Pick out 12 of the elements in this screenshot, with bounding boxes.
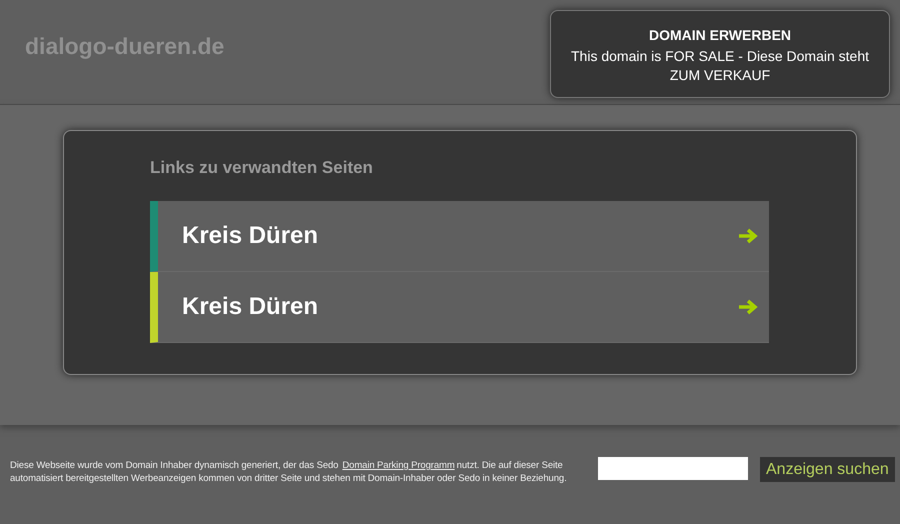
related-link[interactable]: Kreis Düren <box>150 201 769 272</box>
related-link[interactable]: Kreis Düren <box>150 272 769 343</box>
disclaimer-text: Diese Webseite wurde vom Domain Inhaber dynamisch generiert, der das Sedo Domain Parking Programm nutzt. Die auf dieser Seite automatisiert bereitgestellten Werbeanzeigen kommen von dritter Seite und stehen mit Domain-Inhaber oder Sedo in keiner Beziehung. <box>10 459 568 485</box>
arrow-right-icon <box>737 298 759 316</box>
parking-program-link[interactable]: Domain Parking Programm <box>342 460 455 471</box>
sale-title: DOMAIN ERWERBEN <box>648 27 792 43</box>
sale-text: This domain is FOR SALE - Diese Domain steht ZUM VERKAUF <box>570 47 870 85</box>
search-field[interactable] <box>598 457 748 480</box>
related-heading: Links zu verwandten Seiten <box>150 158 374 178</box>
arrow-right-icon <box>737 227 759 245</box>
search-ads-button[interactable]: Anzeigen suchen <box>760 457 895 482</box>
domain-sale-box[interactable]: DOMAIN ERWERBEN This domain is FOR SALE - Diese Domain steht ZUM VERKAUF <box>550 10 890 98</box>
